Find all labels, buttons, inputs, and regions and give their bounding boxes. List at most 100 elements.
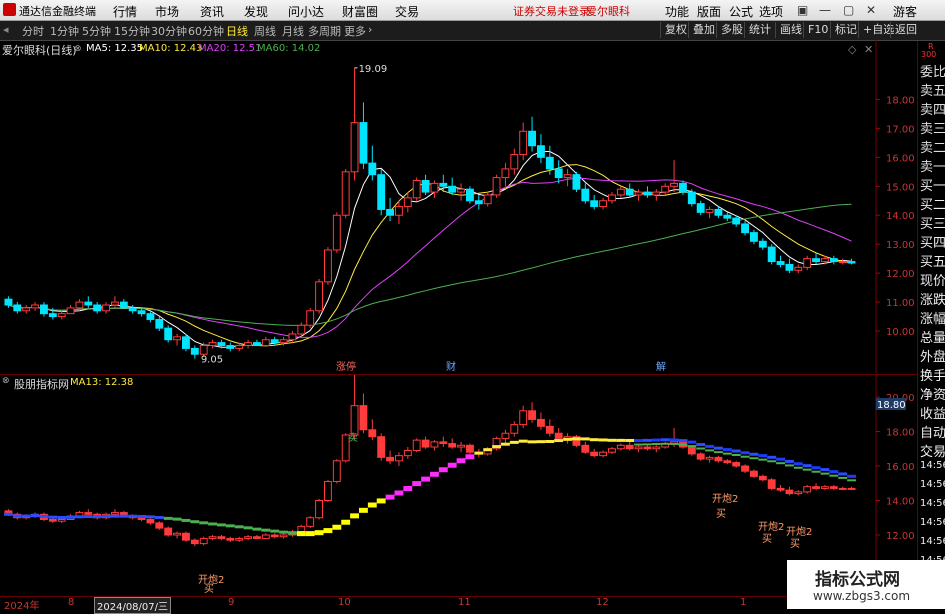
indicator-name-label: 股朋指标网	[14, 378, 69, 391]
stock-link[interactable]: 爱尔眼科	[586, 3, 630, 19]
app-logo-icon	[3, 3, 16, 16]
panel-item: 总量	[920, 331, 945, 346]
sub-candle-body	[838, 487, 847, 490]
sub-candle-body	[306, 517, 315, 527]
add-watchlist-button[interactable]: +自选	[858, 22, 894, 38]
date-month-label: 10	[338, 597, 351, 608]
candle-body	[261, 339, 270, 347]
tab-period-multi[interactable]: 多周期	[308, 23, 341, 39]
menu-item-options[interactable]: 选项	[759, 3, 783, 20]
chevron-right-icon[interactable]: ›	[368, 23, 372, 36]
sub-candle-body	[847, 487, 856, 490]
sub-candle-body	[57, 518, 66, 522]
menu-item-markets[interactable]: 市场	[155, 3, 179, 20]
close-chart-icon[interactable]: ✕	[864, 43, 873, 56]
sub-candle-body	[244, 536, 252, 539]
skin-icon[interactable]: ▣	[797, 3, 808, 17]
f10-button[interactable]: F10	[803, 22, 828, 38]
tab-period-30min[interactable]: 30分钟	[151, 23, 187, 39]
minimize-icon[interactable]: —	[819, 3, 831, 17]
sub-candle-body	[705, 456, 714, 460]
ma5-line	[8, 151, 852, 348]
candle-body	[634, 191, 643, 196]
ma10-line	[8, 164, 852, 347]
main-y-tick-label: 18.00	[886, 95, 915, 106]
candle-body	[812, 258, 820, 263]
sub-dropdown-icon[interactable]: ⊗	[2, 376, 10, 386]
sub-candle-body	[696, 453, 705, 460]
candle-body	[368, 162, 377, 176]
return-button[interactable]: 返回	[890, 22, 917, 38]
panel-item: 涨幅	[920, 312, 945, 327]
stats-button[interactable]: 统计	[744, 22, 771, 38]
menu-item-function[interactable]: 功能	[665, 3, 689, 20]
menu-item-wealth[interactable]: 财富圈	[342, 3, 378, 20]
tab-period-60min[interactable]: 60分钟	[188, 23, 224, 39]
menu-item-layout[interactable]: 版面	[697, 3, 721, 20]
menu-item-trade[interactable]: 交易	[395, 3, 419, 20]
sub-candle-body	[501, 432, 510, 439]
sub-candle-body	[315, 500, 323, 519]
main-candlestick-chart[interactable]: 19.09 9.05 18.00 17.00 16.00 15.00 14.00 13.0…	[0, 40, 917, 373]
draw-line-button[interactable]: 画线	[775, 22, 802, 38]
tab-period-15min[interactable]: 15分钟	[114, 23, 150, 39]
ma60-label: MA60: 14.02	[257, 43, 321, 54]
candle-body	[421, 179, 430, 193]
close-icon[interactable]: ✕	[866, 3, 876, 17]
menu-item-formula[interactable]: 公式	[729, 3, 753, 20]
sub-y-axis-ticks: 20.0018.0016.0014.0012.00	[876, 393, 915, 542]
main-y-tick-label: 15.00	[886, 182, 915, 193]
menu-item-discover[interactable]: 发现	[244, 3, 268, 20]
candle-body	[22, 307, 31, 312]
login-notice[interactable]: 证券交易未登录	[513, 3, 590, 19]
buy-signal-label-1: 买	[204, 583, 214, 595]
sub-candle-body	[173, 532, 181, 536]
adjust-button[interactable]: 复权	[660, 22, 687, 38]
sub-candle-body	[155, 522, 164, 529]
candle-body	[190, 347, 199, 355]
menu-item-market[interactable]: 行情	[113, 3, 137, 20]
candle-body	[84, 301, 93, 306]
dropdown-icon[interactable]: ⊗	[74, 44, 82, 54]
mark-button[interactable]: 标记	[830, 22, 857, 38]
tab-period-weekly[interactable]: 周线	[254, 23, 276, 39]
sub-candle-body	[767, 479, 776, 489]
overlay-button[interactable]: 叠加	[688, 22, 715, 38]
panel-item: 现价	[920, 274, 945, 289]
cannon-signal-label-4: 开炮2	[786, 525, 812, 538]
settings-icon[interactable]: ◇	[848, 43, 856, 56]
tab-period-5min[interactable]: 5分钟	[82, 23, 111, 39]
sub-candle-body	[732, 462, 741, 467]
sell-signal-label: 卖	[348, 432, 358, 444]
tab-period-1min[interactable]: 1分钟	[50, 23, 79, 39]
tab-period-daily[interactable]: 日线	[226, 23, 248, 39]
user-label[interactable]: 游客	[893, 3, 917, 20]
menu-item-ask[interactable]: 问小达	[288, 3, 324, 20]
tab-period-more[interactable]: 更多	[344, 23, 366, 39]
sub-candle-body	[776, 487, 785, 491]
panel-item: 卖一	[920, 160, 945, 175]
panel-item: 14:56	[920, 460, 945, 471]
candle-body	[670, 182, 678, 187]
candle-body	[386, 208, 394, 216]
tab-period-minute[interactable]: 分时	[22, 23, 44, 39]
sub-candle-body	[519, 410, 528, 426]
moving-average-lines	[8, 151, 852, 348]
tab-period-monthly[interactable]: 月线	[282, 23, 304, 39]
candle-body	[821, 258, 829, 263]
candle-body	[537, 145, 545, 158]
multi-stock-button[interactable]: 多股	[716, 22, 743, 38]
candle-body	[829, 258, 838, 263]
sub-indicator-chart[interactable]: 20.0018.0016.0014.0012.00 18.80 卖 开炮2 买 …	[0, 374, 917, 597]
panel-item: 交易	[920, 445, 945, 460]
date-month-label: 8	[68, 597, 75, 608]
candle-body	[847, 261, 856, 264]
date-cursor-label: 2024/08/07/三	[94, 597, 172, 614]
menu-item-news[interactable]: 资讯	[200, 3, 224, 20]
sub-candle-body	[208, 536, 217, 539]
nav-back-icon[interactable]: ◂	[3, 23, 9, 36]
maximize-icon[interactable]: ▢	[843, 3, 854, 17]
sub-candle-body	[217, 536, 226, 539]
candles	[4, 67, 856, 359]
main-y-tick-label: 10.00	[886, 327, 915, 338]
